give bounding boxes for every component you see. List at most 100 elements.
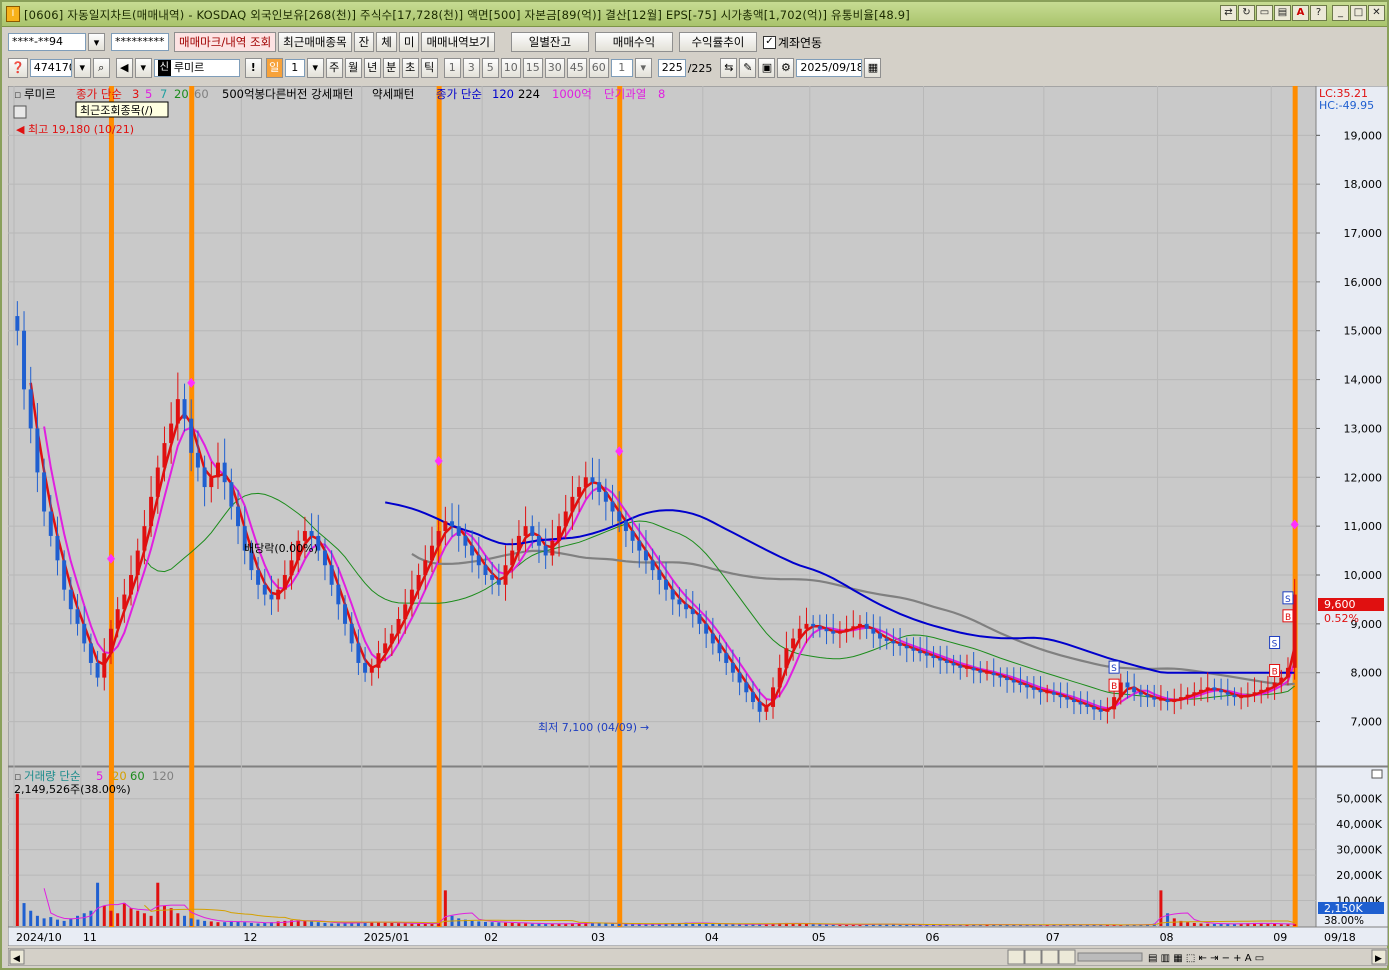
candle-body [309, 531, 314, 536]
period-tick-button[interactable]: 틱 [420, 58, 438, 78]
magnifier-icon[interactable]: ⌕ [92, 58, 110, 78]
volume-bar [483, 921, 487, 926]
interval-45-button[interactable]: 45 [566, 58, 587, 78]
return-trend-button[interactable]: 수익률추이 [678, 32, 757, 52]
interval-15-button[interactable]: 15 [522, 58, 543, 78]
stop-icon[interactable] [1041, 949, 1059, 965]
daily-balance-button[interactable]: 일별잔고 [510, 32, 589, 52]
volume-pane[interactable] [8, 766, 1317, 928]
unfilled-button[interactable]: 미 [398, 32, 420, 52]
interval-3-button[interactable]: 3 [462, 58, 480, 78]
data-count-input[interactable]: 225 [657, 59, 686, 77]
candle-body [1078, 702, 1083, 705]
trade-profit-button[interactable]: 매매수익 [594, 32, 673, 52]
account-dropdown-icon[interactable]: ▾ [88, 33, 105, 51]
speaker-icon[interactable]: ◀ [115, 58, 133, 78]
period-day-button[interactable]: 일 [265, 58, 283, 78]
period-week-button[interactable]: 주 [325, 58, 343, 78]
interval-1-button[interactable]: 1 [443, 58, 461, 78]
window-icon[interactable]: ▭ [1256, 5, 1273, 21]
period-count-dropdown-icon[interactable]: ▾ [306, 58, 324, 78]
interval-5-button[interactable]: 5 [481, 58, 499, 78]
y-tick-label: 11,000 [1344, 520, 1383, 533]
refresh-icon[interactable]: ↻ [1238, 5, 1255, 21]
password-input[interactable]: ********* [111, 33, 169, 51]
candle-body [256, 570, 261, 585]
candle-body [764, 706, 769, 712]
arrows-icon[interactable]: ⇆ [720, 58, 738, 78]
minimize-icon[interactable]: _ [1332, 5, 1349, 21]
account-input[interactable]: ****-**94 [8, 33, 86, 51]
candle-body [416, 575, 421, 590]
table-icon[interactable] [13, 105, 27, 119]
candle-body [744, 682, 749, 693]
candle-body [898, 643, 903, 646]
candle-body [470, 545, 475, 556]
scroll-bar[interactable]: ◀ ▶ ▤ ▥ ▦ ⬚ ⇤ ⇥ − + A ▭ [8, 948, 1388, 966]
candle-body [503, 565, 508, 585]
period-second-button[interactable]: 초 [401, 58, 419, 78]
print-icon[interactable]: ▤ [1274, 5, 1291, 21]
balance-button[interactable]: 잔 [353, 32, 375, 52]
stock-name-field[interactable]: 신 루미르 [153, 59, 240, 77]
first-icon[interactable] [1007, 949, 1025, 965]
save-icon[interactable]: ▣ [758, 58, 776, 78]
zoom-icons[interactable]: ▤ ▥ ▦ ⬚ ⇤ ⇥ − + A ▭ [1148, 953, 1264, 964]
speaker-dropdown-icon[interactable]: ▾ [134, 58, 152, 78]
candle-body [670, 589, 675, 600]
period-count-input[interactable]: 1 [284, 59, 305, 77]
fill-button[interactable]: 체 [376, 32, 397, 52]
link-icon[interactable]: ⇄ [1220, 5, 1237, 21]
zoom-slider[interactable] [1077, 952, 1143, 962]
interval-dropdown-icon[interactable]: ▾ [634, 58, 652, 78]
candle-body [108, 628, 113, 654]
interval-input[interactable]: 1 [610, 59, 633, 77]
data-count-total: /225 [687, 61, 713, 75]
help-icon[interactable]: ? [1310, 5, 1327, 21]
close-icon[interactable]: ✕ [1368, 5, 1385, 21]
period-year-button[interactable]: 년 [363, 58, 381, 78]
interval-30-button[interactable]: 30 [544, 58, 565, 78]
stock-code-input[interactable]: 474170 [29, 59, 72, 77]
trade-history-button[interactable]: 매매내역보기 [421, 32, 495, 52]
stock-search-icon[interactable]: ❓ [8, 58, 28, 78]
checkbox-check-icon[interactable]: ✓ [762, 35, 776, 49]
candle-body [1212, 687, 1217, 690]
candle-body [129, 575, 134, 595]
period-month-button[interactable]: 월 [344, 58, 362, 78]
prev-icon[interactable] [1024, 949, 1042, 965]
trade-mark-button[interactable]: 매매마크/내역 조회 [174, 32, 277, 52]
candle-body [844, 628, 849, 632]
next-icon[interactable] [1058, 949, 1076, 965]
volume-bar [22, 903, 26, 926]
tooltip-text: 최근조회종목(/) [80, 104, 153, 117]
buy-marker-letter: B [1285, 613, 1291, 623]
price-pane[interactable] [8, 86, 1317, 767]
account-link-checkbox[interactable]: ✓ 계좌연동 [762, 34, 822, 51]
settings-gear-icon[interactable]: ⚙ [777, 58, 795, 78]
maximize-icon[interactable]: □ [1350, 5, 1367, 21]
interval-60-button[interactable]: 60 [588, 58, 609, 78]
candle-body [1031, 687, 1036, 690]
font-icon[interactable]: A [1292, 5, 1309, 21]
chart-tool-icon[interactable]: ✎ [739, 58, 757, 78]
recent-trades-button[interactable]: 최근매매종목 [278, 32, 352, 52]
code-dropdown-icon[interactable]: ▾ [73, 58, 91, 78]
candle-body [122, 594, 127, 610]
calendar-icon[interactable]: ▦ [864, 58, 882, 78]
pane-close-icon[interactable] [1371, 769, 1383, 779]
warning-button[interactable]: ! [244, 58, 262, 78]
candle-body [1239, 697, 1244, 699]
candle-body [817, 626, 822, 629]
chart-area[interactable]: 19,000 18,000 17,000 16,000 15,000 14,000 13,0… [8, 86, 1388, 946]
volume-bar [818, 924, 822, 926]
candle-body [998, 675, 1003, 678]
candle-body [777, 667, 782, 688]
candle-body [704, 623, 709, 634]
period-minute-button[interactable]: 분 [382, 58, 400, 78]
volume-bar [15, 793, 19, 926]
volume-bar [55, 919, 59, 926]
interval-10-button[interactable]: 10 [500, 58, 521, 78]
volume-bar [142, 913, 146, 926]
date-input[interactable]: 2025/09/18 [796, 59, 863, 77]
